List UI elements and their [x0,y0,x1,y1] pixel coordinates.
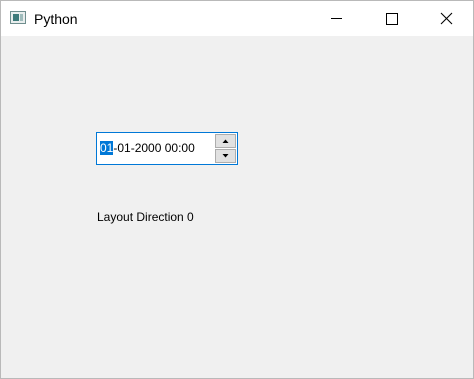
close-button[interactable] [421,1,467,36]
close-icon [440,12,453,25]
spin-down-button[interactable] [215,149,236,163]
maximize-button[interactable] [369,1,415,36]
layout-direction-label: Layout Direction 0 [97,210,194,224]
datetime-selected-section[interactable]: 01 [100,141,114,155]
datetime-edit[interactable]: 01-01-2000 00:00 [96,132,238,165]
maximize-icon [386,13,398,25]
datetime-rest-text[interactable]: -01-2000 00:00 [113,141,194,155]
spin-up-arrow-icon [222,139,229,143]
app-window: Python 01-01-2000 00:00 Layout Direction… [0,0,474,379]
spin-up-button[interactable] [215,134,236,148]
datetime-text[interactable]: 01-01-2000 00:00 [100,141,195,156]
minimize-button[interactable] [313,1,359,36]
spin-down-arrow-icon [222,154,229,158]
minimize-icon [331,18,342,19]
title-bar[interactable]: Python [1,1,473,36]
window-title: Python [34,11,78,27]
python-app-icon [10,11,26,24]
